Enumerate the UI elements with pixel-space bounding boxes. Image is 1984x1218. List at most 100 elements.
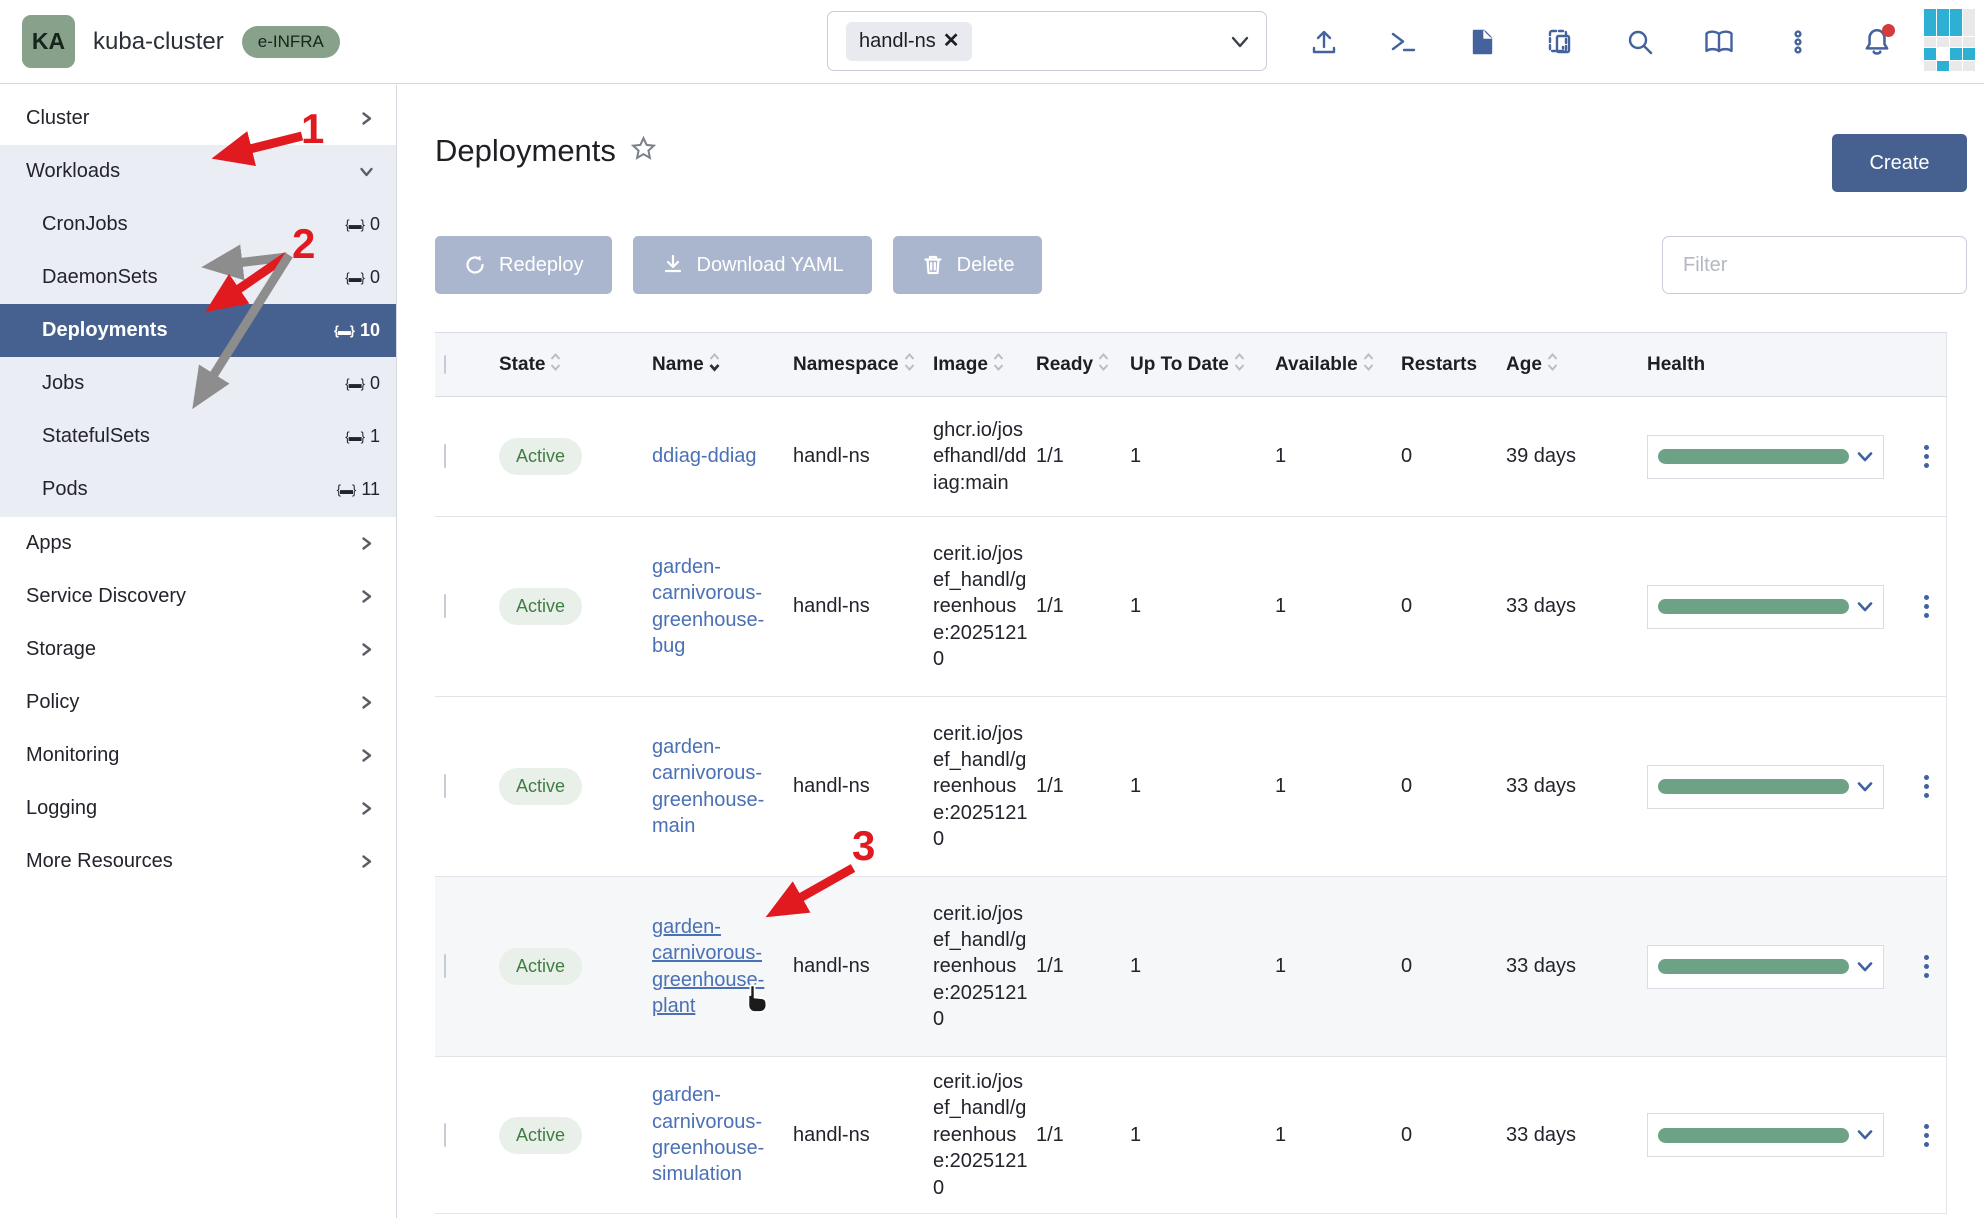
chevron-down-icon [1857,1129,1873,1141]
column-header-name[interactable]: Name [640,351,780,379]
cell-health [1635,1113,1905,1157]
sidebar-item-deployments[interactable]: Deployments {▬}10 [0,304,396,357]
sidebar-item-storage[interactable]: Storage [0,623,396,676]
cell-health [1635,765,1905,809]
deployment-link[interactable]: garden-carnivorous-greenhouse-main [652,734,770,840]
cell-restarts: 0 [1385,1124,1490,1147]
column-header-image[interactable]: Image [920,351,1025,379]
sidebar-item-jobs[interactable]: Jobs {▬}0 [0,357,396,410]
table-row: Active garden-carnivorous-greenhouse-bug… [435,517,1946,697]
sort-icon [1546,351,1559,379]
sort-icon [708,351,721,379]
top-icon-bar [1308,0,1893,84]
sidebar-item-cronjobs[interactable]: CronJobs {▬}0 [0,198,396,251]
sidebar-item-more-resources[interactable]: More Resources [0,835,396,888]
deployment-link[interactable]: garden-carnivorous-greenhouse-bug [652,554,770,660]
cell-namespace: handl-ns [780,775,920,798]
status-badge: Active [499,948,582,985]
docs-book-icon[interactable] [1703,26,1735,58]
column-header-ready[interactable]: Ready [1025,351,1115,379]
redeploy-label: Redeploy [499,254,584,277]
column-header-state[interactable]: State [475,351,640,379]
count-icon: {▬} [345,376,364,391]
health-select[interactable] [1647,945,1884,989]
chevron-right-icon [359,695,374,710]
download-yaml-button[interactable]: Download YAML [633,236,872,294]
create-button[interactable]: Create [1832,134,1967,192]
search-icon[interactable] [1624,26,1656,58]
row-checkbox[interactable] [444,774,446,798]
sidebar-item-statefulsets[interactable]: StatefulSets {▬}1 [0,410,396,463]
column-header-namespace[interactable]: Namespace [780,351,920,379]
chevron-right-icon [359,642,374,657]
cell-restarts: 0 [1385,955,1490,978]
avatar[interactable]: KA [22,15,75,68]
column-header-available[interactable]: Available [1255,351,1385,379]
sidebar-item-label: Pods [42,478,337,501]
resource-count: {▬}0 [345,214,380,235]
sidebar-item-label: Cluster [26,107,359,130]
health-select[interactable] [1647,435,1884,479]
upload-icon[interactable] [1308,26,1340,58]
cell-image: cerit.io/josef_handl/greenhouse:20251210 [920,1069,1025,1201]
sidebar-item-logging[interactable]: Logging [0,782,396,835]
sidebar-item-label: DaemonSets [42,266,345,289]
cell-state: Active [475,588,640,625]
bulk-actions: Redeploy Download YAML Delete [435,236,1042,294]
file-icon[interactable] [1466,26,1498,58]
deployment-link[interactable]: ddiag-ddiag [652,443,757,469]
remove-namespace-icon[interactable]: ✕ [943,31,960,51]
row-menu-icon[interactable] [1905,949,1947,984]
namespace-tag[interactable]: handl-ns ✕ [846,22,972,61]
column-header-restarts[interactable]: Restarts [1385,354,1490,376]
row-checkbox[interactable] [444,1123,446,1147]
column-header-up-to-date[interactable]: Up To Date [1115,351,1255,379]
row-checkbox[interactable] [444,444,446,468]
cell-age: 33 days [1490,595,1635,618]
row-menu-icon[interactable] [1905,439,1947,474]
notifications-bell-icon[interactable] [1861,26,1893,58]
e-infra-logo[interactable] [1924,9,1976,73]
kubeconfig-icon[interactable] [1545,26,1577,58]
cell-name: garden-carnivorous-greenhouse-main [640,734,780,840]
sidebar-item-workloads[interactable]: Workloads [0,145,396,198]
sort-icon [1233,351,1246,379]
kubectl-shell-icon[interactable] [1387,26,1419,58]
deployment-link[interactable]: garden-carnivorous-greenhouse-simulation [652,1082,770,1188]
env-badge: e-INFRA [242,26,340,58]
delete-button[interactable]: Delete [893,236,1043,294]
chevron-down-icon[interactable] [1230,34,1250,55]
sidebar-item-label: Service Discovery [26,585,359,608]
favorite-star-icon[interactable] [630,135,657,167]
health-select[interactable] [1647,1113,1884,1157]
sidebar-item-pods[interactable]: Pods {▬}11 [0,463,396,516]
row-menu-icon[interactable] [1905,769,1947,804]
column-header-age[interactable]: Age [1490,351,1635,379]
chevron-right-icon [359,748,374,763]
row-menu-icon[interactable] [1905,589,1947,624]
sidebar-item-monitoring[interactable]: Monitoring [0,729,396,782]
cell-health [1635,585,1905,629]
sidebar-item-policy[interactable]: Policy [0,676,396,729]
select-all-checkbox[interactable] [444,355,446,374]
redeploy-button[interactable]: Redeploy [435,236,612,294]
column-header-health: Health [1635,354,1905,376]
cell-state: Active [475,768,640,805]
row-checkbox[interactable] [444,954,446,978]
count-icon: {▬} [345,270,364,285]
health-select[interactable] [1647,765,1884,809]
sidebar-item-daemonsets[interactable]: DaemonSets {▬}0 [0,251,396,304]
health-select[interactable] [1647,585,1884,629]
sort-icon [1097,351,1110,379]
sidebar-item-service-discovery[interactable]: Service Discovery [0,570,396,623]
cell-available: 1 [1255,955,1385,978]
row-checkbox[interactable] [444,594,446,618]
sidebar-item-cluster[interactable]: Cluster [0,92,396,145]
cell-name: garden-carnivorous-greenhouse-plant [640,914,780,1020]
row-menu-icon[interactable] [1905,1118,1947,1153]
filter-input[interactable] [1662,236,1967,294]
namespace-filter-select[interactable]: handl-ns ✕ [827,11,1267,71]
kebab-menu-icon[interactable] [1782,26,1814,58]
deployment-link[interactable]: garden-carnivorous-greenhouse-plant [652,914,770,1020]
sidebar-item-apps[interactable]: Apps [0,517,396,570]
